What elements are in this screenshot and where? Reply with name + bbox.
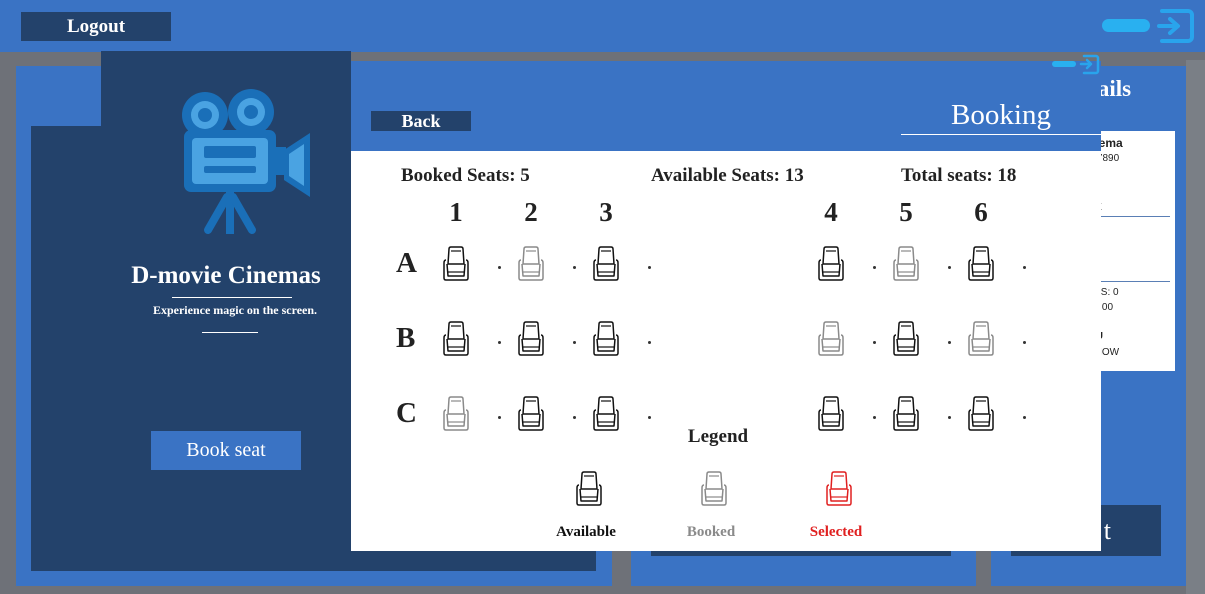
background-strip (1186, 60, 1205, 594)
seat-spacer-dot (498, 416, 501, 419)
row-label: C (396, 397, 417, 429)
book-seat-button[interactable]: Book seat (151, 431, 301, 470)
legend-label: Available (556, 524, 616, 540)
seat-icon[interactable] (818, 396, 844, 432)
seat-spacer-dot (948, 341, 951, 344)
seat-icon (893, 246, 919, 282)
seat-icon (576, 471, 602, 507)
seat-spacer-dot (873, 266, 876, 269)
seat-icon (443, 396, 469, 432)
column-number: 3 (599, 197, 613, 227)
seat-icon[interactable] (518, 321, 544, 357)
seat-icon[interactable] (893, 321, 919, 357)
top-bar (0, 0, 1205, 52)
column-number: 4 (824, 197, 838, 227)
available-seats-count: Available Seats: 13 (651, 165, 804, 186)
exit-icon[interactable] (1100, 4, 1196, 50)
seat-icon[interactable] (818, 246, 844, 282)
seat-icon[interactable] (518, 396, 544, 432)
seat-spacer-dot (873, 341, 876, 344)
seat-spacer-dot (573, 266, 576, 269)
seat-spacer-dot (648, 416, 651, 419)
legend-title: Legend (687, 426, 749, 447)
booked-seats-count: Booked Seats: 5 (401, 165, 530, 186)
seat-spacer-dot (948, 266, 951, 269)
logout-button[interactable]: Logout (21, 12, 171, 41)
seat-spacer-dot (573, 416, 576, 419)
seat-spacer-dot (498, 266, 501, 269)
brand-title: D-movie Cinemas (131, 262, 321, 289)
seat-icon[interactable] (968, 396, 994, 432)
legend-label: Selected (809, 524, 863, 540)
seat-spacer-dot (648, 341, 651, 344)
row-label: B (396, 322, 416, 354)
seat-icon[interactable] (893, 396, 919, 432)
divider (172, 297, 292, 298)
back-button[interactable]: Back (371, 111, 471, 131)
movie-camera-icon (180, 85, 316, 242)
exit-icon[interactable] (1051, 53, 1101, 77)
seat-icon (518, 246, 544, 282)
column-number: 6 (974, 197, 988, 227)
seat-spacer-dot (498, 341, 501, 344)
legend-label: Booked (686, 524, 736, 540)
seat-icon[interactable] (443, 246, 469, 282)
seat-icon[interactable] (593, 396, 619, 432)
seat-spacer-dot (573, 341, 576, 344)
brand-tagline: Experience magic on the screen. (152, 303, 318, 317)
booking-title: Booking (951, 99, 1051, 131)
divider (202, 332, 258, 333)
seat-icon[interactable] (443, 321, 469, 357)
total-seats-count: Total seats: 18 (901, 165, 1017, 186)
seat-spacer-dot (873, 416, 876, 419)
seat-icon (826, 471, 852, 507)
seat-icon[interactable] (593, 246, 619, 282)
row-label: A (396, 247, 417, 279)
seat-icon[interactable] (968, 246, 994, 282)
seat-spacer-dot (1023, 341, 1026, 344)
seat-icon (818, 321, 844, 357)
seat-spacer-dot (1023, 416, 1026, 419)
seat-spacer-dot (948, 416, 951, 419)
seat-icon (968, 321, 994, 357)
seat-icon (701, 471, 727, 507)
column-number: 1 (449, 197, 463, 227)
divider (901, 134, 1101, 135)
column-number: 5 (899, 197, 913, 227)
seat-spacer-dot (1023, 266, 1026, 269)
seat-spacer-dot (648, 266, 651, 269)
seat-icon[interactable] (593, 321, 619, 357)
column-number: 2 (524, 197, 538, 227)
